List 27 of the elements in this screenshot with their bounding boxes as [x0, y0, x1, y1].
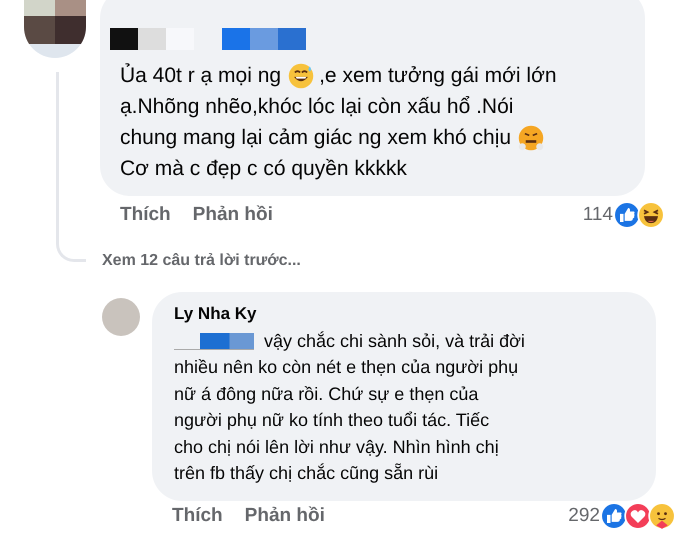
comment-text: Cơ mà c đẹp c có quyền kkkkk [120, 156, 407, 180]
heart-reaction-icon [624, 502, 652, 530]
reaction-count: 114 [582, 204, 613, 226]
comment-text: vậy chắc chi sành sỏi, và trải đời [264, 330, 525, 352]
reaction-count: 292 [568, 505, 600, 527]
comment-text: Ủa 40t r ạ mọi ng [120, 64, 282, 88]
like-reaction-icon [600, 502, 628, 530]
hugging-reaction-icon [648, 502, 676, 530]
comment-text: cho chị nói lên lời như vậy. Nhìn hình chị [174, 436, 499, 458]
reply-link[interactable]: Phản hồi [244, 505, 325, 527]
sweat-smile-emoji-icon [287, 62, 316, 90]
like-link[interactable]: Thích [172, 505, 223, 527]
reply-link[interactable]: Phản hồi [192, 204, 273, 226]
comment-text: ạ.Nhõng nhẽo,khóc lóc lại còn xấu hổ .Nói [120, 94, 514, 118]
comment-text: người phụ nữ ko tính theo tuổi tác. Tiếc [174, 410, 490, 432]
like-link[interactable]: Thích [120, 204, 171, 226]
avatar-photo-placeholder[interactable] [24, 0, 86, 58]
laughing-reaction-icon [637, 201, 665, 229]
view-previous-replies-link[interactable]: Xem 12 câu trả lời trước... [102, 252, 700, 270]
steaming-face-emoji-icon [517, 124, 546, 152]
comment-text: trên fb thấy chị chắc cũng sẵn rùi [174, 463, 438, 484]
like-reaction-icon [613, 201, 641, 229]
comment-text: nữ á đông nữa rồi. Chứ sự e thẹn của [174, 384, 478, 405]
comment-text: nhiều nên ko còn nét e thẹn của người phụ [174, 357, 518, 378]
comment-text: ,e xem tưởng gái mới lớn [319, 64, 557, 88]
comment-text: chung mang lại cảm giác ng xem khó chịu [120, 126, 512, 150]
commenter-name[interactable]: Ly Nha Ky [174, 304, 640, 326]
